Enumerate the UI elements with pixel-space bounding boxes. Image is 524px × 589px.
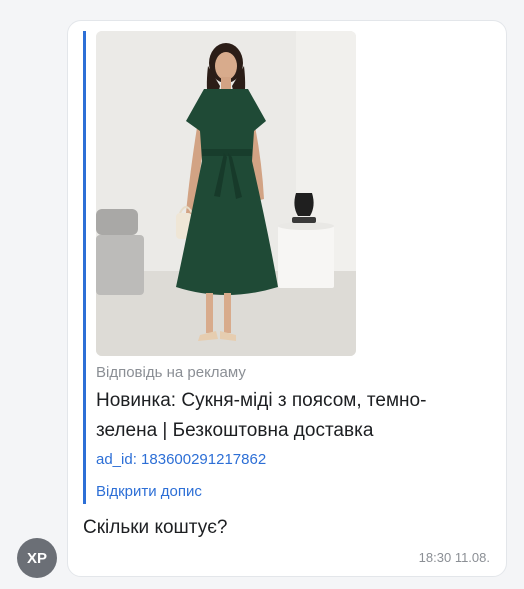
message-timestamp: 18:30 11.08. [418,550,490,565]
message-text: Скільки коштує? [83,517,228,538]
ad-source-label: Відповідь на рекламу [96,364,246,381]
ad-reply-card[interactable]: Відповідь на рекламу Новинка: Сукня-міді… [83,31,493,504]
message-bubble: Відповідь на рекламу Новинка: Сукня-міді… [67,20,507,577]
ad-title: Новинка: Сукня-міді з поясом, темно-зеле… [96,390,427,441]
ad-id: ad_id: 183600291217862 [96,451,267,468]
sender-avatar[interactable]: ХР [17,538,57,578]
avatar-initials: ХР [26,549,47,567]
ad-photo-illustration [96,31,356,356]
open-post-link[interactable]: Відкрити допис [96,483,202,500]
ad-image[interactable] [96,31,356,356]
